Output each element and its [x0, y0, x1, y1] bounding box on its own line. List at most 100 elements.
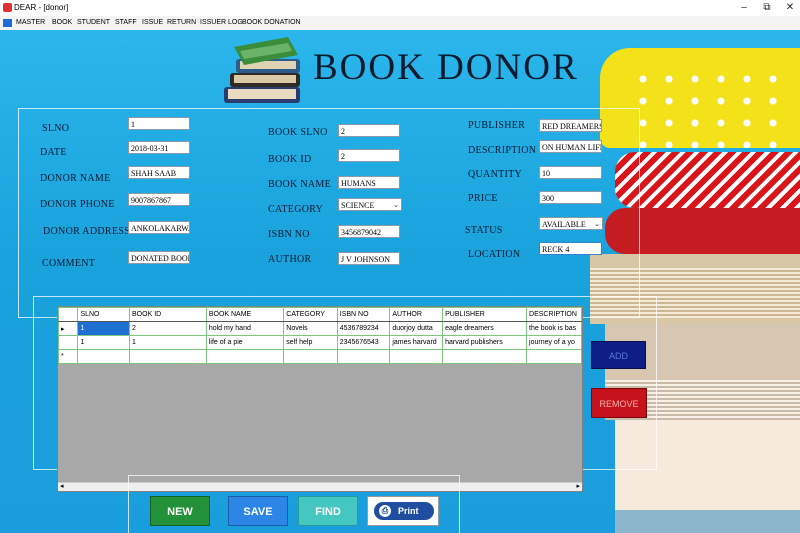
- table-cell[interactable]: harvard publishers: [442, 335, 528, 350]
- table-cell[interactable]: Novels: [283, 321, 338, 336]
- table-cell[interactable]: [283, 349, 338, 364]
- publisher-field[interactable]: RED DREAMERS: [539, 119, 602, 132]
- remove-button[interactable]: REMOVE: [591, 388, 647, 418]
- menu-student[interactable]: STUDENT: [77, 19, 110, 26]
- table-cell[interactable]: self help: [283, 335, 338, 350]
- menu-book-donation[interactable]: BOOK DONATION: [242, 19, 301, 26]
- category-label: CATEGORY: [268, 204, 324, 215]
- column-header[interactable]: PUBLISHER: [442, 307, 528, 322]
- table-cell[interactable]: 2345676543: [336, 335, 391, 350]
- donor-address-field[interactable]: ANKOLAKARWAR: [128, 221, 190, 234]
- books-logo-icon: [218, 35, 306, 111]
- donor-phone-field[interactable]: 9007867867: [128, 193, 190, 206]
- table-row[interactable]: 1 1 life of a pie self help 2345676543 j…: [57, 335, 582, 350]
- scroll-right-icon[interactable]: ▸: [576, 482, 580, 490]
- isbn-no-label: ISBN NO: [268, 229, 310, 240]
- find-button[interactable]: FIND: [298, 496, 358, 526]
- table-row[interactable]: ▸ 1 2 hold my hand Novels 4536789234 duo…: [57, 321, 582, 336]
- status-select[interactable]: AVAILABLE ⌄: [539, 217, 603, 230]
- table-cell[interactable]: eagle dreamers: [442, 321, 528, 336]
- category-select[interactable]: SCIENCE ⌄: [338, 198, 402, 211]
- menu-staff[interactable]: STAFF: [115, 19, 137, 26]
- column-header[interactable]: BOOK NAME: [205, 307, 285, 322]
- column-header[interactable]: CATEGORY: [283, 307, 338, 322]
- quantity-label: QUANTITY: [468, 169, 523, 180]
- table-cell[interactable]: life of a pie: [205, 335, 285, 350]
- scroll-left-icon[interactable]: ◂: [60, 482, 64, 490]
- book-name-label: BOOK NAME: [268, 179, 331, 190]
- table-cell[interactable]: 1: [77, 321, 131, 336]
- comment-field[interactable]: DONATED BOOK: [128, 251, 190, 264]
- row-selector-icon[interactable]: ▸: [57, 321, 79, 336]
- location-label: LOCATION: [468, 249, 521, 260]
- donor-address-label: DONOR ADDRESS: [43, 226, 130, 237]
- new-table-row[interactable]: *: [57, 349, 582, 364]
- table-cell[interactable]: [526, 349, 582, 364]
- table-cell[interactable]: 1: [77, 335, 131, 350]
- book-id-field[interactable]: 2: [338, 149, 400, 162]
- add-button[interactable]: ADD: [591, 341, 646, 369]
- category-value: SCIENCE: [341, 201, 375, 210]
- table-cell[interactable]: james harvard: [389, 335, 444, 350]
- table-cell[interactable]: [336, 349, 391, 364]
- location-field[interactable]: RECK 4: [539, 242, 602, 255]
- table-cell[interactable]: 1: [129, 335, 207, 350]
- column-header[interactable]: DESCRIPTION: [526, 307, 582, 322]
- books-table: SLNO BOOK ID BOOK NAME CATEGORY ISBN NO …: [57, 307, 582, 364]
- close-icon[interactable]: ✕: [783, 1, 797, 14]
- table-cell[interactable]: journey of a yo: [526, 335, 582, 350]
- books-grid[interactable]: SLNO BOOK ID BOOK NAME CATEGORY ISBN NO …: [57, 306, 583, 492]
- author-field[interactable]: J V JOHNSON: [338, 252, 400, 265]
- price-field[interactable]: 300: [539, 191, 602, 204]
- menu-book[interactable]: BOOK: [52, 19, 72, 26]
- table-cell[interactable]: [77, 349, 131, 364]
- quantity-field[interactable]: 10: [539, 166, 602, 179]
- table-cell[interactable]: [389, 349, 444, 364]
- book-name-field[interactable]: HUMANS: [338, 176, 400, 189]
- book-id-label: BOOK ID: [268, 154, 312, 165]
- isbn-no-field[interactable]: 3456879042: [338, 225, 400, 238]
- minimize-icon[interactable]: –: [737, 1, 751, 14]
- date-label: DATE: [40, 147, 67, 158]
- menu-issue[interactable]: ISSUE: [142, 19, 163, 26]
- table-cell[interactable]: 4536789234: [336, 321, 391, 336]
- restore-icon[interactable]: ⧉: [760, 1, 774, 14]
- author-label: AUTHOR: [268, 254, 312, 265]
- row-header-cell: [57, 307, 79, 322]
- printer-icon: ⎙: [379, 505, 391, 517]
- date-field[interactable]: 2018-03-31: [128, 141, 190, 154]
- table-cell[interactable]: duorjoy dutta: [389, 321, 444, 336]
- donor-phone-label: DONOR PHONE: [40, 199, 115, 210]
- menu-return[interactable]: RETURN: [167, 19, 196, 26]
- table-cell[interactable]: 2: [129, 321, 207, 336]
- table-cell[interactable]: [205, 349, 285, 364]
- row-selector[interactable]: [57, 335, 79, 350]
- donor-name-field[interactable]: SHAH SAAB: [128, 166, 190, 179]
- column-header[interactable]: BOOK ID: [129, 307, 207, 322]
- save-button[interactable]: SAVE: [228, 496, 288, 526]
- table-cell[interactable]: the book is bas: [526, 321, 582, 336]
- print-button[interactable]: ⎙ Print: [367, 496, 439, 526]
- column-header[interactable]: ISBN NO: [336, 307, 391, 322]
- print-label: Print: [398, 506, 419, 516]
- page-title: BOOK DONOR: [313, 47, 579, 88]
- column-header[interactable]: SLNO: [77, 307, 131, 322]
- table-cell[interactable]: [442, 349, 528, 364]
- column-header[interactable]: AUTHOR: [389, 307, 444, 322]
- donor-name-label: DONOR NAME: [40, 173, 111, 184]
- description-label: DESCRIPTION: [468, 145, 537, 156]
- table-cell[interactable]: [129, 349, 207, 364]
- book-slno-field[interactable]: 2: [338, 124, 400, 137]
- new-row-icon: *: [57, 349, 79, 364]
- form-icon: [3, 19, 12, 27]
- menu-issuer-log[interactable]: ISSUER LOG: [200, 19, 243, 26]
- description-field[interactable]: ON HUMAN LIFES: [539, 140, 602, 153]
- status-value: AVAILABLE: [542, 220, 586, 229]
- slno-field[interactable]: 1: [128, 117, 190, 130]
- new-button[interactable]: NEW: [150, 496, 210, 526]
- app-icon: [3, 3, 12, 12]
- menu-master[interactable]: MASTER: [16, 19, 45, 26]
- chevron-down-icon: ⌄: [594, 220, 600, 228]
- donor-form: BOOK DONOR SLNO 1 DATE 2018-03-31 DONOR …: [0, 30, 800, 533]
- table-cell[interactable]: hold my hand: [205, 321, 285, 336]
